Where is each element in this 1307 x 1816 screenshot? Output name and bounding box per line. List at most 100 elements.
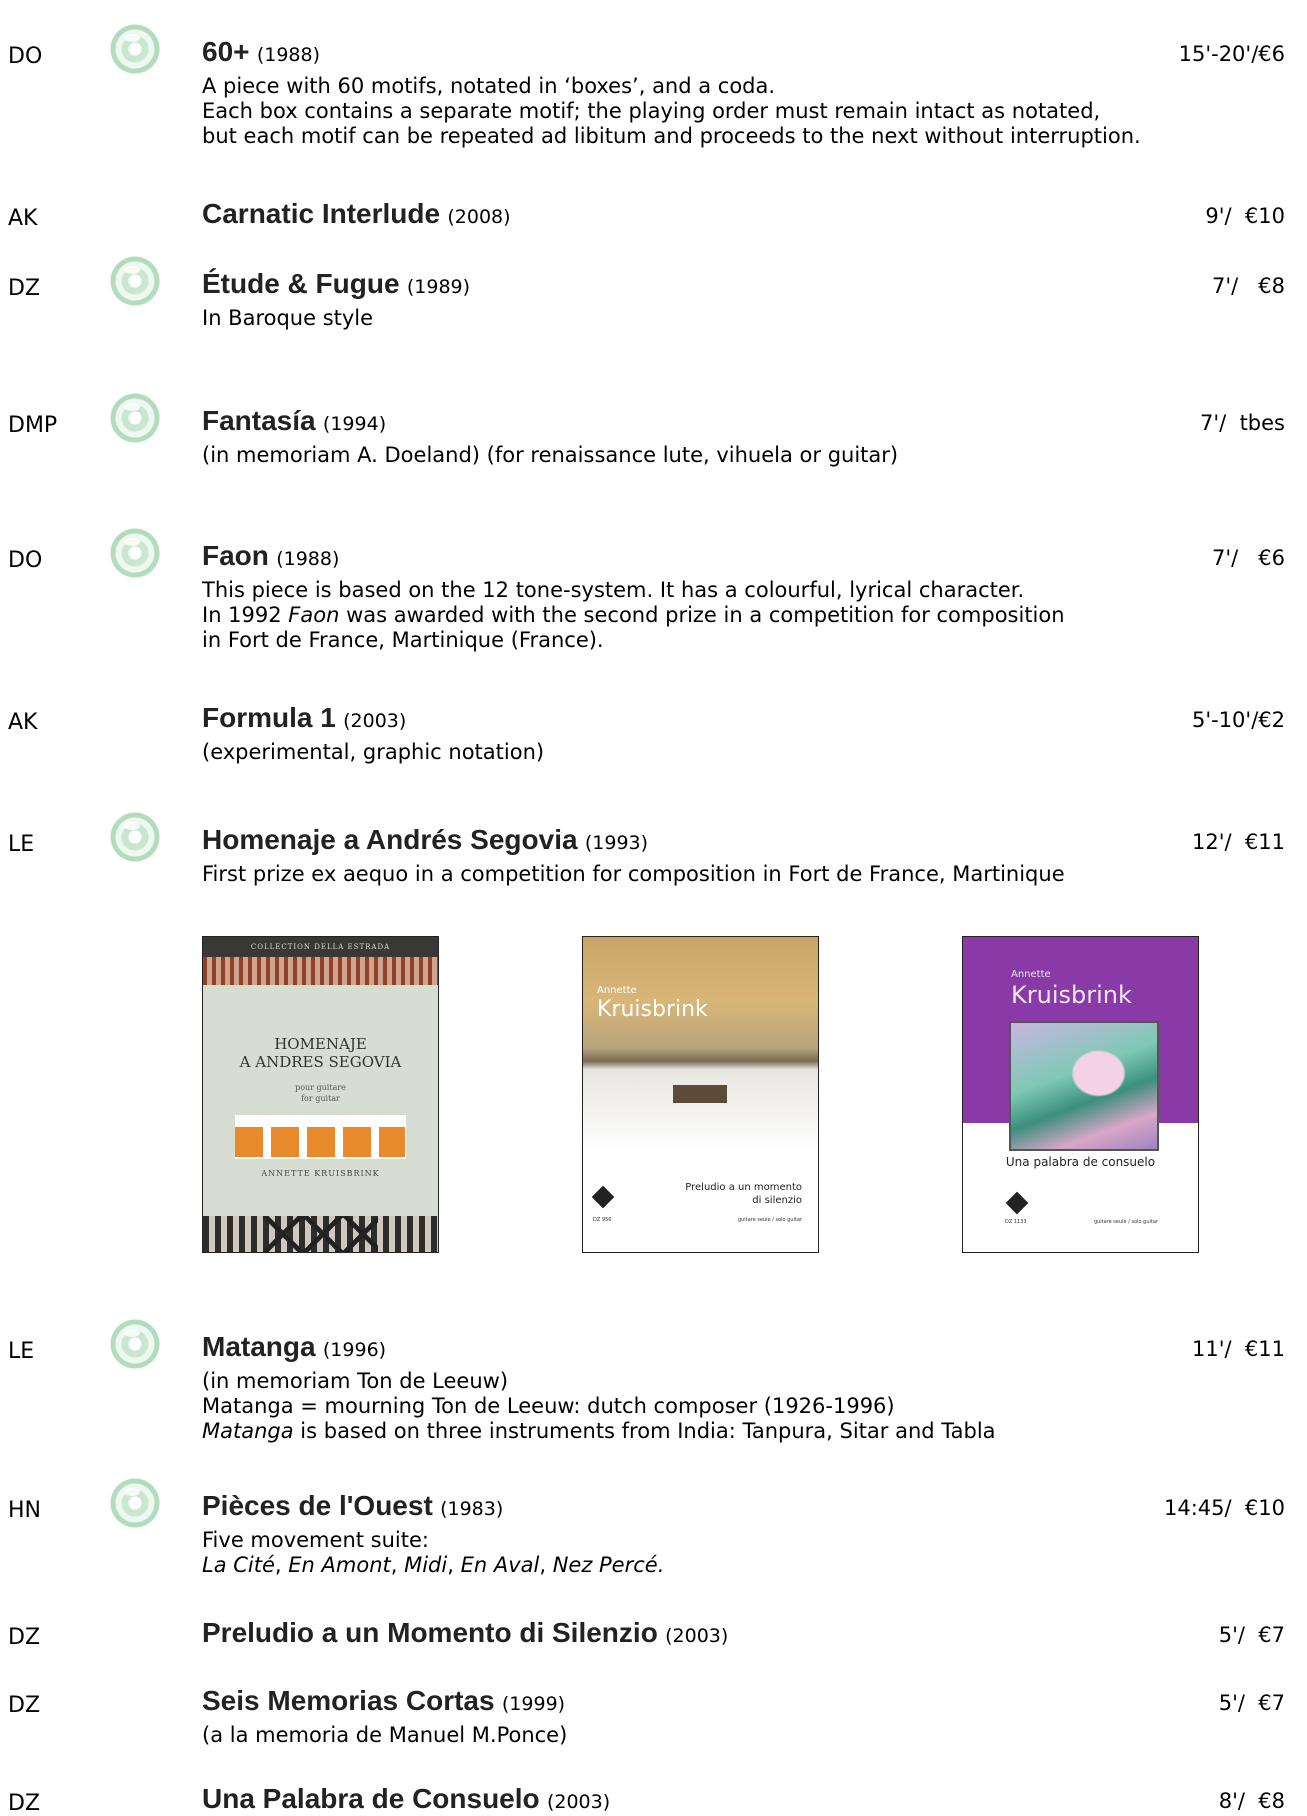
cover-firstname: Annette [597, 985, 637, 996]
desc-line: Matanga = mourning Ton de Leeuw: dutch c… [202, 1394, 895, 1418]
entry-description: (in memoriam A. Doeland) (for renaissanc… [202, 443, 898, 468]
desc-line: In 1992 Faon was awarded with the second… [202, 603, 1065, 628]
entry-year: (2008) [447, 206, 511, 228]
cover-band: COLLECTION DELLA ESTRADA [203, 937, 438, 957]
movement-name: Nez Percé [552, 1553, 658, 1577]
entry-title-line: Pièces de l'Ouest (1983) [202, 1490, 503, 1522]
cover-title-line: Preludio a un momento [685, 1182, 802, 1193]
entry-title-line: 60+ (1988) [202, 36, 320, 68]
entry-title: Faon [202, 540, 269, 571]
desc-italic: Faon [288, 603, 340, 627]
entry-description: (in memoriam Ton de Leeuw) Matanga = mou… [202, 1369, 996, 1444]
movement-name: En Amont [288, 1553, 391, 1577]
duration-price: 7'/ €6 [1212, 546, 1285, 570]
publisher-code: DZ [8, 1625, 41, 1650]
desc-line: In Baroque style [202, 306, 374, 330]
bench-graphic [673, 1085, 727, 1103]
cover-code: DZ 956 [593, 1217, 612, 1223]
cover-title-line: HOMENAJE [274, 1035, 367, 1053]
entry-year: (1988) [256, 44, 320, 66]
entry-title-line: Preludio a un Momento di Silenzio (2003) [202, 1617, 728, 1649]
publisher-code: LE [8, 832, 35, 857]
entry-year: (1983) [440, 1498, 504, 1520]
duration-price: 9'/ €10 [1205, 204, 1285, 228]
cover-lastname: Kruisbrink [1011, 981, 1132, 1009]
separator: , [447, 1553, 461, 1577]
entry-title: Étude & Fugue [202, 268, 400, 299]
entry-title: Matanga [202, 1331, 316, 1362]
duration-price: 15'-20'/€6 [1178, 42, 1285, 66]
cd-icon [110, 256, 160, 306]
entry-year: (1993) [584, 832, 649, 854]
entry-description: (experimental, graphic notation) [202, 740, 544, 765]
cover-title: Una palabra de consuelo [1005, 1155, 1156, 1169]
desc-italic: Matanga [202, 1419, 294, 1443]
movement-name: En Aval [460, 1553, 540, 1577]
desc-text: was awarded with the second prize in a c… [339, 603, 1065, 627]
duration-price: 5'/ €7 [1218, 1691, 1285, 1715]
movement-name: Midi [404, 1553, 448, 1577]
entry-year: (1988) [276, 548, 340, 570]
entry-title-line: Una Palabra de Consuelo (2003) [202, 1783, 610, 1815]
entry-title: Formula 1 [202, 702, 336, 733]
cover-artwork [1009, 1021, 1159, 1151]
landscape-photo [583, 937, 818, 1151]
desc-line: (in memoriam Ton de Leeuw) [202, 1369, 509, 1393]
entry-year: (1989) [406, 276, 471, 298]
duration-price: 5'-10'/€2 [1191, 708, 1285, 732]
cover-firstname: Annette [1011, 969, 1051, 980]
publisher-code: DMP [8, 413, 58, 438]
desc-text: is based on three instruments from India… [293, 1419, 996, 1443]
cd-icon [110, 24, 160, 74]
duration-price: 8'/ €8 [1218, 1789, 1285, 1813]
duration-price: 14:45/ €10 [1163, 1496, 1285, 1520]
entry-year: (2003) [665, 1625, 729, 1647]
cover-homenaje: COLLECTION DELLA ESTRADA HOMENAJE A ANDR… [202, 936, 439, 1253]
entry-title: Fantasía [202, 405, 316, 436]
entry-title-line: Étude & Fugue (1989) [202, 268, 470, 300]
entry-year: (1996) [322, 1339, 387, 1361]
desc-line: (experimental, graphic notation) [202, 740, 545, 764]
publisher-code: LE [8, 1339, 35, 1364]
entry-title: Pièces de l'Ouest [202, 1490, 433, 1521]
entry-title: Una Palabra de Consuelo [202, 1783, 540, 1814]
entry-title-line: Formula 1 (2003) [202, 702, 406, 734]
entry-description: First prize ex aequo in a competition fo… [202, 862, 1065, 887]
entry-description: (a la memoria de Manuel M.Ponce) [202, 1723, 567, 1748]
duration-price: 7'/ €8 [1212, 274, 1285, 298]
duration-price: 7'/ tbes [1200, 411, 1285, 435]
separator: . [657, 1553, 665, 1577]
entry-title: 60+ [202, 36, 250, 67]
desc-line: La Cité, En Amont, Midi, En Aval, Nez Pe… [202, 1553, 664, 1578]
publisher-code: AK [8, 710, 38, 735]
separator: , [539, 1553, 553, 1577]
cover-code: DZ 1133 [1005, 1219, 1027, 1225]
publisher-code: DZ [8, 1791, 41, 1816]
entry-title-line: Faon (1988) [202, 540, 339, 572]
movement-name: La Cité [202, 1553, 275, 1577]
entry-title: Carnatic Interlude [202, 198, 441, 229]
desc-line: This piece is based on the 12 tone-syste… [202, 578, 1025, 602]
publisher-logo-icon [591, 1185, 615, 1209]
entry-year: (1994) [322, 413, 387, 435]
cd-icon [110, 1319, 160, 1369]
cover-author: ANNETTE KRUISBRINK [261, 1169, 380, 1178]
entry-description: In Baroque style [202, 306, 373, 331]
cover-instrument: guitare seule / solo guitar [737, 1217, 802, 1223]
catalog-page: DO 60+ (1988) 15'-20'/€6 A piece with 60… [0, 0, 1307, 1816]
fretboard-graphic [203, 957, 438, 985]
cover-instrument: guitare seule / solo guitar [1093, 1219, 1158, 1225]
cd-icon [110, 812, 160, 862]
desc-line: (a la memoria de Manuel M.Ponce) [202, 1723, 568, 1747]
entry-description: A piece with 60 motifs, notated in ‘boxe… [202, 74, 1141, 149]
cover-title-line: A ANDRES SEGOVIA [239, 1053, 402, 1071]
entry-title-line: Carnatic Interlude (2008) [202, 198, 511, 230]
publisher-code: DZ [8, 1693, 41, 1718]
duration-price: 11'/ €11 [1191, 1337, 1285, 1361]
guitar-illustration [235, 1127, 405, 1157]
cd-icon [110, 1478, 160, 1528]
publisher-code: AK [8, 206, 38, 231]
desc-line: (in memoriam A. Doeland) (for renaissanc… [202, 443, 899, 467]
entry-title: Seis Memorias Cortas [202, 1685, 495, 1716]
desc-text: In 1992 [202, 603, 289, 627]
